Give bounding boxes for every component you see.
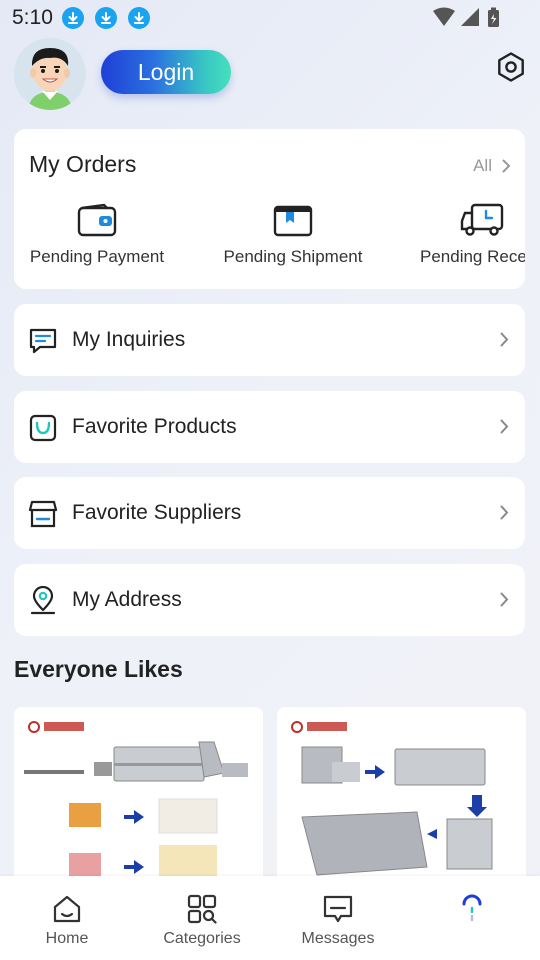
- order-label: Pending Receipt: [420, 247, 525, 266]
- order-pending-receipt[interactable]: Pending Receipt: [420, 203, 525, 267]
- product-card[interactable]: [14, 707, 263, 887]
- product-card[interactable]: [277, 707, 526, 887]
- nav-label: Home: [45, 930, 89, 947]
- chevron-right-icon: [500, 332, 509, 347]
- orders-all-label: All: [473, 156, 492, 175]
- loading-spinner-icon: [462, 894, 482, 922]
- system-status-icons: [433, 7, 499, 27]
- chevron-right-icon: [500, 419, 509, 434]
- nav-me[interactable]: [452, 894, 492, 930]
- order-pending-shipment[interactable]: Pending Shipment: [218, 203, 368, 267]
- menu-label: Favorite Products: [72, 415, 237, 438]
- nav-label: Messages: [301, 930, 375, 947]
- shopping-bag-icon: [29, 414, 57, 442]
- store-icon: [28, 500, 58, 528]
- menu-label: My Address: [72, 588, 182, 611]
- order-pending-payment[interactable]: Pending Payment: [29, 203, 165, 267]
- nav-messages[interactable]: Messages: [299, 894, 377, 948]
- location-pin-icon: [30, 586, 56, 615]
- box-icon: [273, 205, 313, 237]
- order-label: Pending Payment: [29, 247, 165, 266]
- status-bar: 5:10: [0, 0, 540, 36]
- menu-label: Favorite Suppliers: [72, 501, 242, 524]
- bottom-nav: Home Categories Messages: [0, 876, 540, 960]
- download-icon: [95, 7, 117, 29]
- status-time: 5:10: [12, 6, 53, 29]
- download-icon: [128, 7, 150, 29]
- orders-title: My Orders: [29, 151, 137, 177]
- messages-icon: [323, 895, 353, 923]
- truck-icon: [460, 203, 504, 236]
- login-button[interactable]: Login: [101, 50, 231, 94]
- chevron-right-icon: [500, 505, 509, 520]
- order-label: Pending Shipment: [223, 247, 363, 266]
- nav-home[interactable]: Home: [35, 894, 99, 948]
- message-icon: [29, 328, 57, 354]
- wallet-icon: [77, 203, 117, 237]
- menu-favorite-products[interactable]: Favorite Products: [14, 391, 525, 463]
- menu-my-inquiries[interactable]: My Inquiries: [14, 304, 525, 376]
- nav-label: Categories: [163, 930, 241, 947]
- download-icon: [62, 7, 84, 29]
- home-icon: [53, 895, 81, 923]
- nav-categories[interactable]: Categories: [162, 894, 242, 948]
- recommend-section-title: Everyone Likes: [14, 656, 183, 682]
- menu-my-address[interactable]: My Address: [14, 564, 525, 636]
- menu-label: My Inquiries: [72, 328, 186, 351]
- chevron-right-icon: [502, 159, 511, 173]
- orders-card: My Orders All Pending Payment Pending Sh…: [14, 129, 525, 289]
- product-image: [291, 721, 493, 876]
- chevron-right-icon: [500, 592, 509, 607]
- product-image: [24, 721, 248, 885]
- settings-gear-icon[interactable]: [495, 51, 527, 83]
- orders-all-link[interactable]: All: [473, 156, 511, 176]
- categories-icon: [187, 894, 217, 924]
- avatar[interactable]: [14, 38, 86, 110]
- menu-favorite-suppliers[interactable]: Favorite Suppliers: [14, 477, 525, 549]
